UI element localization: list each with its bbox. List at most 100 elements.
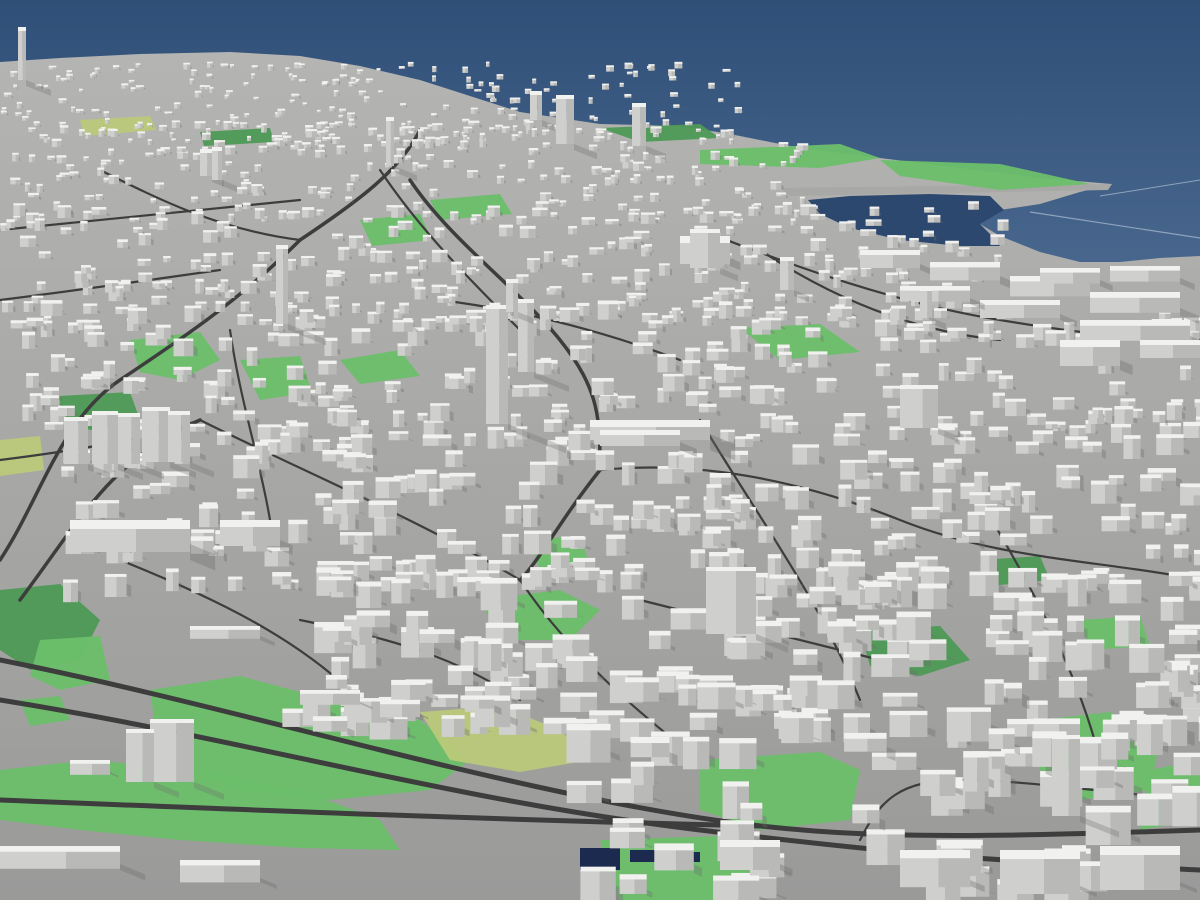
building-roof xyxy=(880,337,899,342)
building-roof xyxy=(660,111,666,113)
building-roof xyxy=(125,177,132,180)
building-face-left xyxy=(471,257,478,266)
building-roof xyxy=(453,130,459,133)
building-face-left xyxy=(880,340,891,351)
building-shadow xyxy=(833,264,836,272)
building-face-left xyxy=(246,349,253,366)
building-face-left xyxy=(604,178,611,186)
building-face-left xyxy=(388,227,395,238)
building-face-right xyxy=(1118,383,1126,396)
building-shadow xyxy=(338,81,340,86)
building-roof xyxy=(332,79,339,81)
building-roof xyxy=(84,194,95,197)
building-face-right xyxy=(620,302,626,312)
building-face-left xyxy=(567,256,574,268)
building-roof xyxy=(549,286,562,289)
building-roof xyxy=(254,164,262,167)
building-roof xyxy=(450,211,459,214)
building-shadow xyxy=(95,74,97,78)
building-face-right xyxy=(494,206,501,217)
building-roof xyxy=(326,274,339,277)
building-face-right xyxy=(797,150,800,158)
building-roof xyxy=(16,101,23,104)
building-roof xyxy=(43,387,59,391)
building-roof xyxy=(517,178,525,181)
building-roof xyxy=(593,116,598,119)
building-face-right xyxy=(264,253,270,262)
building-roof xyxy=(363,144,372,147)
building-face-left xyxy=(885,294,892,303)
building-face-right xyxy=(404,304,410,314)
building-roof xyxy=(417,164,428,167)
building-roof xyxy=(297,291,308,294)
building-roof xyxy=(707,341,724,345)
building-roof xyxy=(259,319,272,322)
building-roof xyxy=(128,68,135,71)
building-face-left xyxy=(302,208,309,218)
building-face-left xyxy=(628,213,635,222)
building-face-right xyxy=(320,150,325,158)
building-face-right xyxy=(587,274,593,283)
building-roof xyxy=(532,207,548,211)
building-roof xyxy=(542,129,550,132)
building-face-right xyxy=(332,275,339,287)
building-face-left xyxy=(115,287,120,297)
building-face-right xyxy=(663,389,670,403)
building-face-left xyxy=(703,298,709,308)
building-face-right xyxy=(998,236,1005,245)
building-face-left xyxy=(889,429,898,440)
building-roof xyxy=(516,215,527,219)
building-face-right xyxy=(91,269,96,280)
building-face-left xyxy=(413,202,419,211)
building-roof xyxy=(589,247,604,250)
building-face-right xyxy=(257,185,263,193)
building-roof xyxy=(220,63,229,66)
building-roof xyxy=(496,175,505,178)
building-roof xyxy=(266,142,278,145)
building-roof xyxy=(322,81,329,83)
building-roof xyxy=(68,322,78,326)
building-shadow xyxy=(353,186,355,191)
building-face-right xyxy=(707,213,714,223)
building-roof xyxy=(858,246,869,250)
building-face-right xyxy=(252,349,258,366)
building-roof xyxy=(252,264,267,267)
building-roof xyxy=(298,63,305,66)
building-face-right xyxy=(27,183,31,192)
building-roof xyxy=(987,370,1003,374)
building-face-left xyxy=(561,176,567,184)
building-face-right xyxy=(399,412,405,428)
building-roof xyxy=(412,162,419,165)
building-face-right xyxy=(735,369,745,378)
building-roof xyxy=(44,421,64,425)
building-face-right xyxy=(28,237,36,247)
building-roof xyxy=(642,312,658,316)
building-roof xyxy=(435,316,448,319)
building-roof xyxy=(719,386,742,391)
building-face-right xyxy=(210,255,217,263)
building-shadow xyxy=(802,151,804,155)
building-roof xyxy=(365,78,374,81)
building-face-right xyxy=(394,227,399,238)
building-shadow xyxy=(553,256,555,262)
building-roof xyxy=(403,139,410,142)
building-roof xyxy=(945,240,959,244)
building-roof xyxy=(860,229,877,232)
building-roof xyxy=(519,225,536,229)
building-roof xyxy=(171,120,181,123)
building-face-left xyxy=(278,211,284,220)
building-face-left xyxy=(833,275,838,288)
building-face-right xyxy=(776,181,782,190)
building-roof xyxy=(718,98,724,101)
building-face-right xyxy=(483,139,486,148)
building-roof xyxy=(237,314,253,317)
building-roof xyxy=(776,192,786,195)
building-roof xyxy=(780,161,787,163)
building-face-right xyxy=(642,232,650,240)
building-face-right xyxy=(57,139,62,148)
building-roof xyxy=(95,194,103,196)
building-roof xyxy=(396,148,405,151)
building-roof xyxy=(957,247,970,250)
building-roof xyxy=(352,303,360,306)
building-face-left xyxy=(988,429,1000,437)
